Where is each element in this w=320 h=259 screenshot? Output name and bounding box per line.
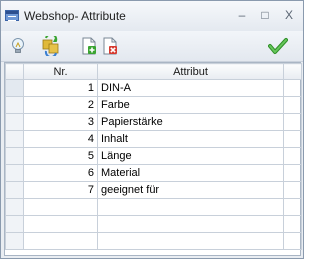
cell-nr[interactable]: 2 bbox=[23, 96, 98, 114]
filler-cell bbox=[283, 79, 302, 97]
attribute-window: Webshop- Attribute – □ X Nr. Attribut 1 … bbox=[0, 0, 304, 259]
window-title: Webshop- Attribute bbox=[24, 9, 126, 23]
cell-nr[interactable]: 5 bbox=[23, 147, 98, 165]
row-selector-header bbox=[5, 63, 24, 80]
cell-nr[interactable]: 3 bbox=[23, 113, 98, 131]
empty-cell bbox=[23, 198, 98, 216]
attribute-grid: Nr. Attribut 1 DIN-A 2 Farbe 3 Papierstä… bbox=[4, 62, 302, 256]
cell-nr[interactable]: 4 bbox=[23, 130, 98, 148]
refresh-puzzle-icon[interactable] bbox=[39, 34, 63, 58]
column-header-nr[interactable]: Nr. bbox=[23, 63, 98, 80]
empty-cell bbox=[23, 232, 98, 250]
minimize-button[interactable]: – bbox=[233, 7, 251, 23]
empty-cell bbox=[97, 232, 284, 250]
cell-attribut[interactable]: Papierstärke bbox=[97, 113, 284, 131]
filler-header bbox=[283, 63, 302, 80]
table-row[interactable]: 5 Länge bbox=[5, 147, 302, 165]
filler-cell bbox=[283, 232, 302, 250]
row-selector bbox=[5, 232, 24, 250]
empty-row bbox=[5, 198, 302, 216]
table-row[interactable]: 1 DIN-A bbox=[5, 79, 302, 97]
filler-cell bbox=[283, 130, 302, 148]
row-selector[interactable] bbox=[5, 147, 24, 165]
cell-attribut[interactable]: geeignet für bbox=[97, 181, 284, 199]
empty-row bbox=[5, 232, 302, 250]
title-bar: Webshop- Attribute – □ X bbox=[1, 1, 303, 31]
delete-document-icon[interactable] bbox=[98, 34, 122, 58]
empty-cell bbox=[97, 198, 284, 216]
empty-row bbox=[5, 215, 302, 233]
filler-cell bbox=[283, 147, 302, 165]
confirm-checkmark-icon[interactable] bbox=[266, 34, 290, 58]
toolbar bbox=[1, 31, 303, 62]
row-selector[interactable] bbox=[5, 164, 24, 182]
table-row[interactable]: 3 Papierstärke bbox=[5, 113, 302, 131]
attribute-table: Nr. Attribut 1 DIN-A 2 Farbe 3 Papierstä… bbox=[5, 63, 302, 250]
cell-attribut[interactable]: Länge bbox=[97, 147, 284, 165]
cell-nr[interactable]: 1 bbox=[23, 79, 98, 97]
row-selector[interactable] bbox=[5, 130, 24, 148]
cell-attribut[interactable]: Farbe bbox=[97, 96, 284, 114]
table-row[interactable]: 2 Farbe bbox=[5, 96, 302, 114]
cell-nr[interactable]: 7 bbox=[23, 181, 98, 199]
filler-cell bbox=[283, 96, 302, 114]
maximize-button[interactable]: □ bbox=[256, 7, 274, 23]
table-row[interactable]: 7 geeignet für bbox=[5, 181, 302, 199]
table-header-row: Nr. Attribut bbox=[5, 63, 302, 80]
filler-cell bbox=[283, 181, 302, 199]
row-selector[interactable] bbox=[5, 113, 24, 131]
row-selector[interactable] bbox=[5, 96, 24, 114]
row-selector[interactable] bbox=[5, 79, 24, 97]
close-button[interactable]: X bbox=[280, 7, 298, 23]
cell-attribut[interactable]: DIN-A bbox=[97, 79, 284, 97]
cell-nr[interactable]: 6 bbox=[23, 164, 98, 182]
empty-cell bbox=[97, 215, 284, 233]
cell-attribut[interactable]: Material bbox=[97, 164, 284, 182]
table-row[interactable]: 6 Material bbox=[5, 164, 302, 182]
row-selector bbox=[5, 215, 24, 233]
app-window-icon bbox=[5, 10, 19, 21]
filler-cell bbox=[283, 198, 302, 216]
filler-cell bbox=[283, 113, 302, 131]
column-header-attribut[interactable]: Attribut bbox=[97, 63, 284, 80]
lightbulb-icon[interactable] bbox=[6, 34, 30, 58]
filler-cell bbox=[283, 215, 302, 233]
empty-cell bbox=[23, 215, 98, 233]
filler-cell bbox=[283, 164, 302, 182]
row-selector bbox=[5, 198, 24, 216]
table-row[interactable]: 4 Inhalt bbox=[5, 130, 302, 148]
cell-attribut[interactable]: Inhalt bbox=[97, 130, 284, 148]
row-selector[interactable] bbox=[5, 181, 24, 199]
